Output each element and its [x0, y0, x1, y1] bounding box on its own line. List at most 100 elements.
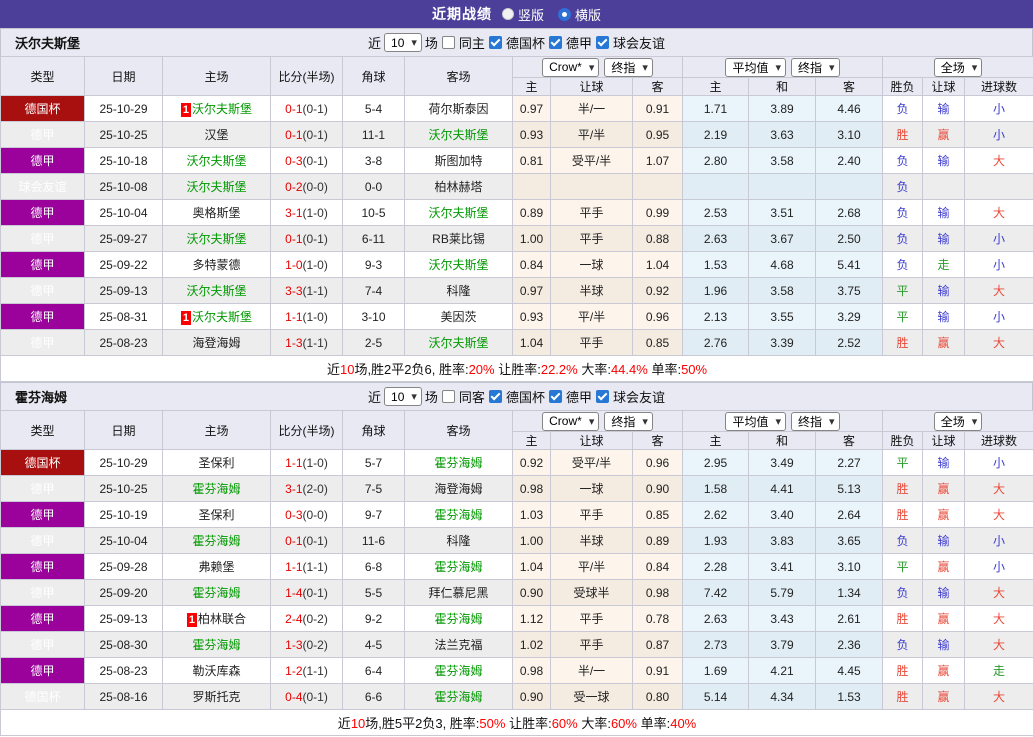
recent-count-select[interactable]: 10 [384, 387, 422, 406]
match-filters: 近10场同客德国杯德甲球会友谊 [368, 387, 665, 406]
corner-score: 6-4 [343, 658, 405, 684]
col-header-2: 主场 [163, 57, 271, 96]
handicap-odds-0: 0.97 [513, 96, 551, 122]
competition-checkbox-1[interactable] [549, 390, 562, 403]
radio-vertical-icon[interactable] [502, 8, 514, 20]
bookmaker-select[interactable]: Crow* [542, 412, 599, 431]
competition-checkbox-0[interactable] [489, 36, 502, 49]
average-odds-0: 2.95 [683, 450, 749, 476]
final-index-select-2[interactable]: 终指 [791, 412, 840, 431]
bookmaker-select-value: Crow* [549, 414, 582, 428]
scope-select[interactable]: 全场 [934, 412, 983, 431]
handicap-odds-0: 0.93 [513, 304, 551, 330]
half-time-score: (0-2) [303, 638, 328, 652]
win-loss-cell: 负 [883, 148, 923, 174]
col-header-5: 客场 [405, 411, 513, 450]
final-index-select-2[interactable]: 终指 [791, 58, 840, 77]
half-time-score: (0-2) [303, 612, 328, 626]
win-loss-cell: 胜 [883, 330, 923, 356]
score-cell: 1-0(1-0) [271, 252, 343, 278]
same-venue-checkbox[interactable] [442, 390, 455, 403]
full-time-score: 1-3 [285, 336, 302, 350]
home-team-cell: 霍芬海姆 [163, 528, 271, 554]
away-team-name: 拜仁慕尼黑 [428, 586, 488, 600]
competition-checkbox-1[interactable] [549, 36, 562, 49]
goals-result-cell: 小 [965, 252, 1033, 278]
full-time-score: 1-4 [285, 586, 302, 600]
handicap-result-cell: 输 [923, 580, 965, 606]
average-select[interactable]: 平均值 [725, 58, 786, 77]
handicap-result-cell: 赢 [923, 606, 965, 632]
handicap-odds-0: 1.03 [513, 502, 551, 528]
col-header-0: 类型 [1, 411, 85, 450]
handicap-result-cell: 赢 [923, 658, 965, 684]
handicap-odds-0: 1.04 [513, 554, 551, 580]
bookmaker-select[interactable]: Crow* [542, 58, 599, 77]
goals-result-value: 大 [993, 336, 1005, 350]
away-team-name: 霍芬海姆 [434, 612, 482, 626]
handicap-result-value: 输 [938, 206, 950, 220]
col-header-4: 角球 [343, 411, 405, 450]
away-team-name: 法兰克福 [434, 638, 482, 652]
final-index-select[interactable]: 终指 [604, 412, 653, 431]
handicap-odds-2: 0.96 [633, 304, 683, 330]
handicap-odds-2: 1.04 [633, 252, 683, 278]
summary-segment: 场,胜2平2负6, 胜率: [354, 362, 468, 377]
team-sections: 沃尔夫斯堡近10场同主德国杯德甲球会友谊类型日期主场比分(半场)角球客场Crow… [0, 28, 1033, 736]
radio-horizontal-icon[interactable] [558, 8, 571, 21]
average-select[interactable]: 平均值 [725, 412, 786, 431]
away-team-cell: 法兰克福 [405, 632, 513, 658]
handicap-odds-0: 0.98 [513, 476, 551, 502]
competition-checkbox-2[interactable] [596, 390, 609, 403]
win-loss-cell: 平 [883, 554, 923, 580]
competition-checkbox-0[interactable] [489, 390, 502, 403]
average-odds-1: 4.21 [749, 658, 816, 684]
col-header-1: 日期 [85, 411, 163, 450]
radio-option-vertical[interactable]: 竖版 [502, 5, 544, 24]
home-team-name: 沃尔夫斯堡 [192, 310, 252, 324]
handicap-odds-2: 0.78 [633, 606, 683, 632]
sub-header-2: 客 [633, 78, 683, 96]
away-team-cell: 霍芬海姆 [405, 554, 513, 580]
radio-option-horizontal[interactable]: 横版 [558, 5, 601, 24]
summary-segment: 44.4% [611, 362, 648, 377]
average-odds-2: 2.52 [816, 330, 883, 356]
competition-checkbox-2[interactable] [596, 36, 609, 49]
sub-header-8: 进球数 [965, 78, 1033, 96]
home-team-cell: 弗赖堡 [163, 554, 271, 580]
home-team-cell: 多特蒙德 [163, 252, 271, 278]
full-time-score: 0-1 [285, 128, 302, 142]
summary-segment: 60% [611, 716, 637, 731]
col-header-3: 比分(半场) [271, 411, 343, 450]
handicap-result-cell: 赢 [923, 330, 965, 356]
corner-score: 6-8 [343, 554, 405, 580]
handicap-result-cell: 赢 [923, 684, 965, 710]
match-date: 25-10-25 [85, 122, 163, 148]
goals-result-value: 小 [993, 232, 1005, 246]
away-team-cell: 海登海姆 [405, 476, 513, 502]
handicap-result-cell: 输 [923, 200, 965, 226]
sub-header-1: 让球 [551, 78, 633, 96]
win-loss-cell: 负 [883, 632, 923, 658]
match-date: 25-08-23 [85, 658, 163, 684]
match-date: 25-08-23 [85, 330, 163, 356]
match-date: 25-08-30 [85, 632, 163, 658]
home-team-name: 沃尔夫斯堡 [192, 102, 252, 116]
sub-header-2: 客 [633, 432, 683, 450]
corner-score: 5-7 [343, 450, 405, 476]
handicap-odds-0: 0.98 [513, 658, 551, 684]
goals-result-value: 走 [993, 664, 1005, 678]
final-index-select[interactable]: 终指 [604, 58, 653, 77]
same-venue-label: 同主 [459, 33, 485, 52]
sub-header-6: 胜负 [883, 432, 923, 450]
goals-result-cell: 大 [965, 580, 1033, 606]
summary-segment: 近 [327, 362, 340, 377]
handicap-odds-1: 受平/半 [551, 450, 633, 476]
recent-count-select[interactable]: 10 [384, 33, 422, 52]
win-loss-value: 负 [897, 258, 909, 272]
same-venue-checkbox[interactable] [442, 36, 455, 49]
handicap-odds-2: 1.07 [633, 148, 683, 174]
scope-select[interactable]: 全场 [934, 58, 983, 77]
home-team-cell: 圣保利 [163, 502, 271, 528]
handicap-odds-0: 1.04 [513, 330, 551, 356]
